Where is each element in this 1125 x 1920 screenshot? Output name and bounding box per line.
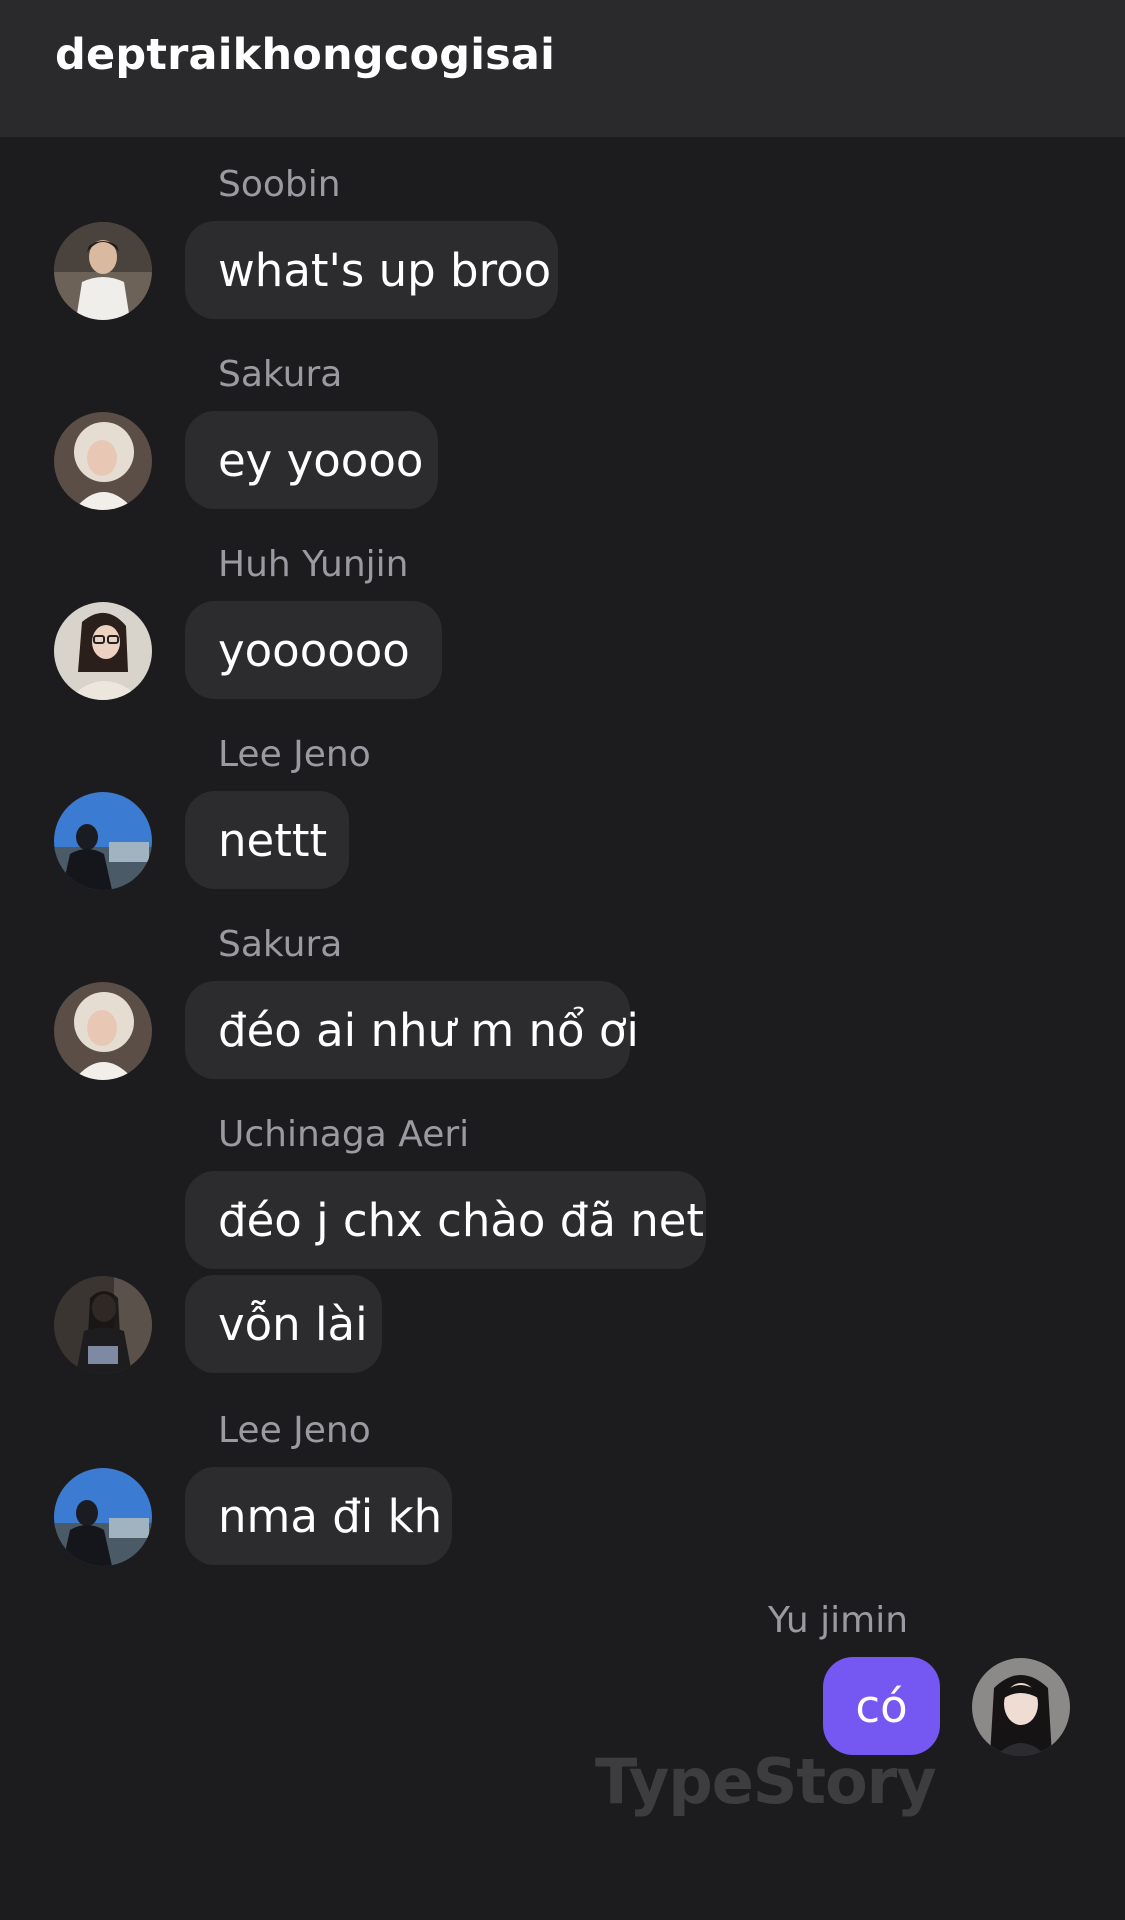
sender-name: Uchinaga Aeri	[218, 1114, 470, 1155]
avatar-lee-jeno[interactable]	[54, 792, 152, 890]
watermark-logo: TypeStory	[595, 1745, 937, 1818]
message-bubble[interactable]: ey yoooo	[185, 411, 438, 509]
message-bubble[interactable]: đéo j chx chào đã net	[185, 1171, 706, 1269]
sender-name: Sakura	[218, 924, 343, 965]
message-bubble[interactable]: nma đi kh	[185, 1467, 452, 1565]
message-bubble[interactable]: yoooooo	[185, 601, 442, 699]
message-bubble[interactable]: what's up broo	[185, 221, 558, 319]
message-bubble[interactable]: vỗn lài	[185, 1275, 382, 1373]
avatar-soobin[interactable]	[54, 222, 152, 320]
chat-title[interactable]: deptraikhongcogisai	[55, 30, 555, 80]
avatar-sakura[interactable]	[54, 412, 152, 510]
avatar-uchinaga-aeri[interactable]	[54, 1276, 152, 1374]
message-bubble-self[interactable]: có	[823, 1657, 940, 1755]
chat-header: deptraikhongcogisai	[0, 0, 1125, 137]
sender-name: Sakura	[218, 354, 343, 395]
sender-name: Huh Yunjin	[218, 544, 409, 585]
sender-name: Soobin	[218, 164, 341, 205]
avatar-lee-jeno[interactable]	[54, 1468, 152, 1566]
avatar-huh-yunjin[interactable]	[54, 602, 152, 700]
message-list[interactable]: Soobin what's up broo Sakura ey yoooo Hu…	[0, 137, 1125, 1920]
avatar-yu-jimin[interactable]	[972, 1658, 1070, 1756]
sender-name: Lee Jeno	[218, 1410, 371, 1451]
message-bubble[interactable]: đéo ai như m nổ ơi	[185, 981, 639, 1079]
avatar-sakura[interactable]	[54, 982, 152, 1080]
message-bubble[interactable]: nettt	[185, 791, 349, 889]
sender-name: Lee Jeno	[218, 734, 371, 775]
sender-name: Yu jimin	[768, 1600, 909, 1641]
